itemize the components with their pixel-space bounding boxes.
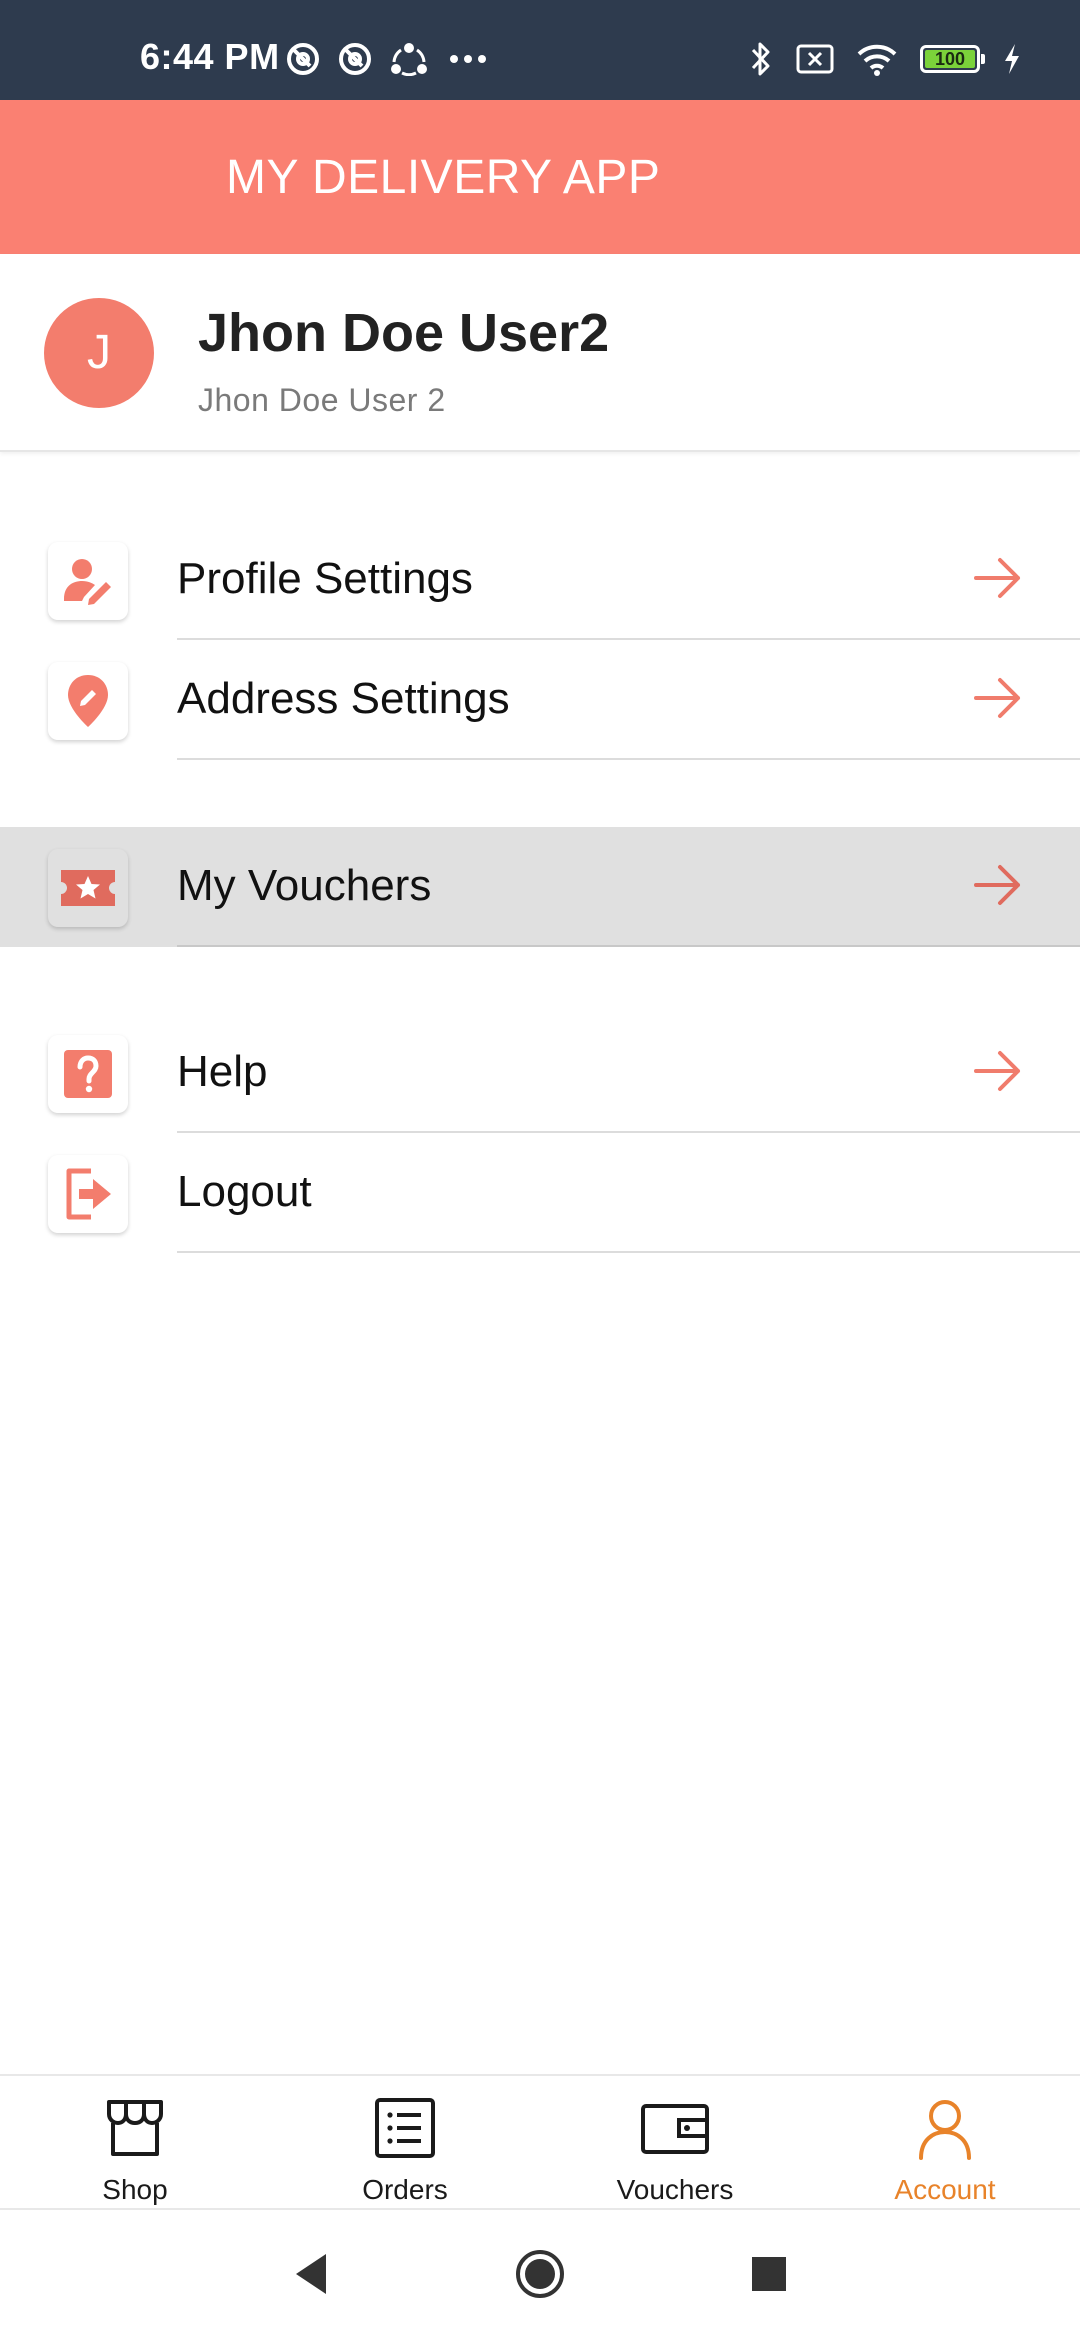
arrow-right-icon: [974, 865, 1020, 905]
app-title: MY DELIVERY APP: [226, 151, 661, 204]
menu-icon-container: [48, 542, 128, 620]
map-pin-icon: [68, 675, 108, 727]
user-edit-icon: [64, 559, 111, 605]
divider: [177, 758, 1080, 760]
menu-item-profile-settings[interactable]: Profile Settings: [0, 520, 1080, 640]
arrow-right-icon: [974, 558, 1020, 598]
menu-icon-container: [48, 849, 128, 927]
divider: [177, 1251, 1080, 1253]
battery-icon: 100: [920, 45, 985, 73]
wallet-icon: [641, 2104, 709, 2154]
app-header: MY DELIVERY APP: [0, 100, 1080, 254]
nav-label: Vouchers: [616, 2174, 734, 2205]
menu-item-my-vouchers[interactable]: My Vouchers: [0, 827, 1080, 947]
avatar: J: [44, 298, 154, 408]
divider: [177, 945, 1080, 947]
menu-item-label: Help: [177, 1047, 268, 1096]
arrow-right-icon: [974, 1051, 1020, 1091]
share-network-icon: [391, 43, 427, 76]
nav-tab-shop[interactable]: Shop: [0, 2076, 270, 2208]
menu-item-help[interactable]: Help: [0, 1013, 1080, 1133]
sim-off-icon: [796, 44, 834, 74]
ticket-star-icon: [61, 870, 115, 906]
menu-item-address-settings[interactable]: Address Settings: [0, 640, 1080, 760]
menu-icon-container: [48, 1155, 128, 1233]
profile-name: Jhon Doe User2: [198, 303, 610, 363]
arrow-right-icon: [974, 678, 1020, 718]
user-icon: [919, 2100, 971, 2160]
nav-tab-account[interactable]: Account: [810, 2076, 1080, 2208]
status-time: 6:44 PM: [140, 36, 280, 77]
nav-tab-orders[interactable]: Orders: [270, 2076, 540, 2208]
menu-item-label: Address Settings: [177, 674, 510, 723]
wifi-icon: [857, 44, 897, 76]
profile-card[interactable]: J Jhon Doe User2 Jhon Doe User 2: [0, 254, 1080, 452]
question-icon: [64, 1050, 112, 1098]
at-sign-icon: [287, 43, 319, 75]
battery-level: 100: [925, 50, 975, 68]
back-icon[interactable]: [286, 2248, 338, 2300]
logout-icon: [66, 1168, 111, 1220]
home-icon[interactable]: [514, 2248, 566, 2300]
nav-label: Shop: [102, 2174, 168, 2205]
menu-item-label: Logout: [177, 1167, 312, 1216]
system-nav-bar: [0, 2210, 1080, 2340]
bluetooth-icon: [751, 42, 770, 76]
shop-icon: [107, 2100, 163, 2156]
menu-item-label: My Vouchers: [177, 861, 432, 910]
menu-item-label: Profile Settings: [177, 554, 473, 603]
nav-label: Orders: [362, 2174, 448, 2205]
profile-subtitle: Jhon Doe User 2: [198, 382, 446, 418]
menu-icon-container: [48, 1035, 128, 1113]
nav-tab-vouchers[interactable]: Vouchers: [540, 2076, 810, 2208]
at-sign-icon: [339, 43, 371, 75]
list-icon: [375, 2098, 435, 2158]
status-bar: 6:44 PM 100: [0, 0, 1080, 100]
more-dots-icon: [450, 55, 486, 63]
charging-bolt-icon: [1005, 44, 1019, 74]
recents-icon[interactable]: [743, 2248, 795, 2300]
menu-item-logout[interactable]: Logout: [0, 1133, 1080, 1253]
bottom-nav: Shop Orders Vouchers Account: [0, 2074, 1080, 2210]
nav-label: Account: [894, 2174, 996, 2205]
menu-icon-container: [48, 662, 128, 740]
status-notification-icons: [286, 42, 490, 76]
status-system-icons: 100: [748, 40, 1022, 78]
